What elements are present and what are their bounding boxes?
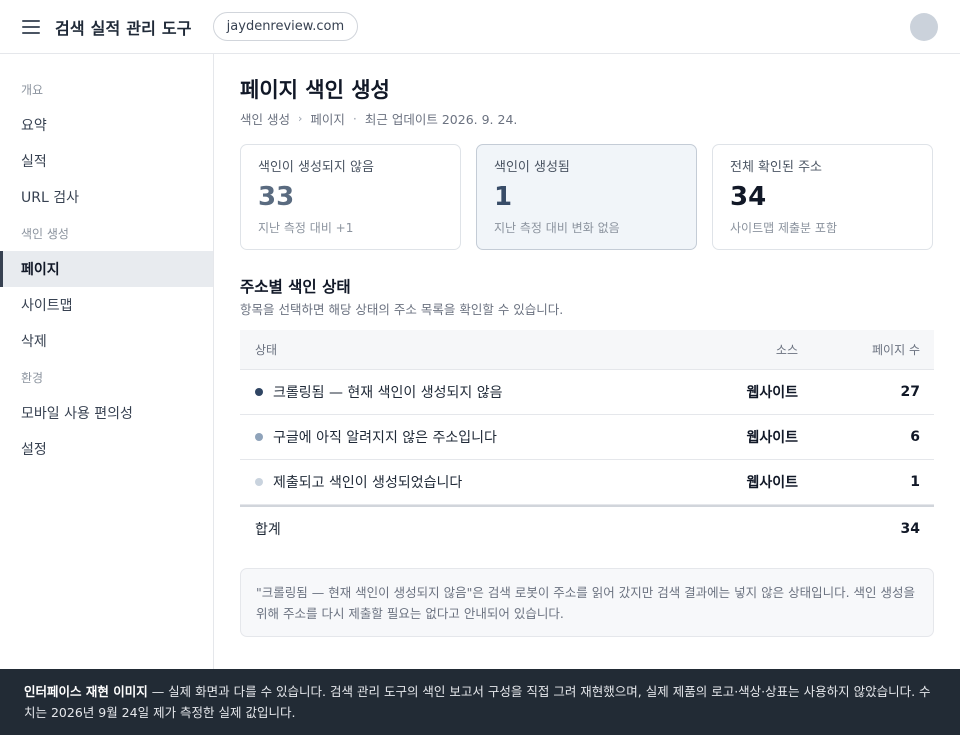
table-total-row: 합계 34 (240, 505, 934, 550)
row-status-cell: 크롤링됨 — 현재 색인이 생성되지 않음 (240, 382, 638, 402)
property-selector[interactable]: jaydenreview.com (212, 12, 359, 41)
card-note: 사이트맵 제출분 포함 (730, 221, 837, 235)
row-status: 크롤링됨 — 현재 색인이 생성되지 않음 (273, 385, 503, 401)
section-title: 주소별 색인 상태 (240, 278, 351, 296)
sidebar-item-performance[interactable]: 실적 (0, 143, 213, 179)
row-source: 웹사이트 (746, 475, 798, 491)
disclaimer-banner: 인터페이스 재현 이미지 — 실제 화면과 다를 수 있습니다. 검색 관리 도… (0, 669, 960, 735)
main-content: 페이지 색인 생성 색인 생성 › 페이지 · 최근 업데이트 2026. 9.… (240, 54, 934, 637)
status-dot-icon (255, 478, 263, 486)
row-source: 웹사이트 (746, 385, 798, 401)
sidebar-item-sitemaps[interactable]: 사이트맵 (0, 287, 213, 323)
row-status-cell: 구글에 아직 알려지지 않은 주소입니다 (240, 427, 638, 447)
sidebar-item-url-inspection[interactable]: URL 검사 (0, 179, 213, 215)
breadcrumb-current: 페이지 (310, 111, 345, 127)
card-note: 지난 측정 대비 변화 없음 (494, 221, 620, 235)
row-count: 27 (900, 384, 920, 400)
breadcrumb: 색인 생성 › 페이지 · 최근 업데이트 2026. 9. 24. (240, 109, 934, 127)
page-title: 페이지 색인 생성 (240, 78, 390, 102)
card-indexed[interactable]: 색인이 생성됨 1 지난 측정 대비 변화 없음 (476, 144, 697, 250)
sidebar-section-indexing: 색인 생성 (21, 226, 69, 241)
table-row[interactable]: 제출되고 색인이 생성되었습니다 웹사이트 1 (240, 460, 934, 505)
sidebar-item-pages[interactable]: 페이지 (0, 251, 213, 287)
sidebar-item-summary[interactable]: 요약 (0, 107, 213, 143)
card-label: 전체 확인된 주소 (730, 160, 822, 175)
status-dot-icon (255, 388, 263, 396)
card-value: 1 (494, 182, 513, 212)
chevron-right-icon: › (297, 111, 303, 125)
summary-cards: 색인이 생성되지 않음 33 지난 측정 대비 +1 색인이 생성됨 1 지난 … (240, 144, 934, 250)
card-value: 33 (258, 182, 295, 212)
column-header-source[interactable]: 소스 (638, 341, 798, 358)
total-label: 합계 (255, 521, 281, 538)
sidebar-section-experience: 환경 (21, 370, 44, 385)
sidebar-item-removals[interactable]: 삭제 (0, 323, 213, 359)
sidebar-item-settings[interactable]: 설정 (0, 431, 213, 467)
disclaimer-title: 인터페이스 재현 이미지 (24, 684, 148, 699)
table-header: 상태 소스 페이지 수 (240, 330, 934, 370)
last-updated: 최근 업데이트 2026. 9. 24. (364, 111, 518, 127)
card-value: 34 (730, 182, 767, 212)
section-description: 항목을 선택하면 해당 상태의 주소 목록을 확인할 수 있습니다. (240, 302, 564, 317)
card-not-indexed[interactable]: 색인이 생성되지 않음 33 지난 측정 대비 +1 (240, 144, 461, 250)
table-row[interactable]: 구글에 아직 알려지지 않은 주소입니다 웹사이트 6 (240, 415, 934, 460)
column-header-status[interactable]: 상태 (240, 341, 638, 358)
app-title: 검색 실적 관리 도구 (55, 18, 192, 38)
info-note: "크롤링됨 — 현재 색인이 생성되지 않음"은 검색 로봇이 주소를 읽어 갔… (240, 568, 934, 637)
menu-icon[interactable] (22, 19, 40, 34)
avatar[interactable] (910, 13, 938, 41)
status-dot-icon (255, 433, 263, 441)
card-note: 지난 측정 대비 +1 (258, 221, 354, 235)
breadcrumb-parent[interactable]: 색인 생성 (240, 109, 290, 128)
card-label: 색인이 생성되지 않음 (258, 160, 374, 175)
sidebar: 개요 요약 실적 URL 검사 색인 생성 페이지 사이트맵 삭제 환경 모바일… (0, 54, 214, 669)
top-bar: 검색 실적 관리 도구 jaydenreview.com (0, 0, 960, 54)
row-source: 웹사이트 (746, 430, 798, 446)
row-count: 1 (910, 474, 920, 490)
separator-dot: · (352, 110, 357, 126)
disclaimer-text: — 실제 화면과 다를 수 있습니다. 검색 관리 도구의 색인 보고서 구성을… (24, 684, 931, 720)
card-total-addresses[interactable]: 전체 확인된 주소 34 사이트맵 제출분 포함 (712, 144, 933, 250)
row-count: 6 (910, 429, 920, 445)
row-status-cell: 제출되고 색인이 생성되었습니다 (240, 472, 638, 492)
table-row[interactable]: 크롤링됨 — 현재 색인이 생성되지 않음 웹사이트 27 (240, 370, 934, 415)
sidebar-section-overview: 개요 (21, 82, 44, 97)
sidebar-item-mobile-usability[interactable]: 모바일 사용 편의성 (0, 395, 213, 431)
row-status: 제출되고 색인이 생성되었습니다 (273, 475, 463, 491)
index-status-table: 상태 소스 페이지 수 크롤링됨 — 현재 색인이 생성되지 않음 웹사이트 2… (240, 330, 934, 550)
card-label: 색인이 생성됨 (494, 160, 570, 175)
column-header-count[interactable]: 페이지 수 (798, 341, 934, 358)
row-status: 구글에 아직 알려지지 않은 주소입니다 (273, 430, 497, 446)
total-value: 34 (900, 520, 920, 537)
